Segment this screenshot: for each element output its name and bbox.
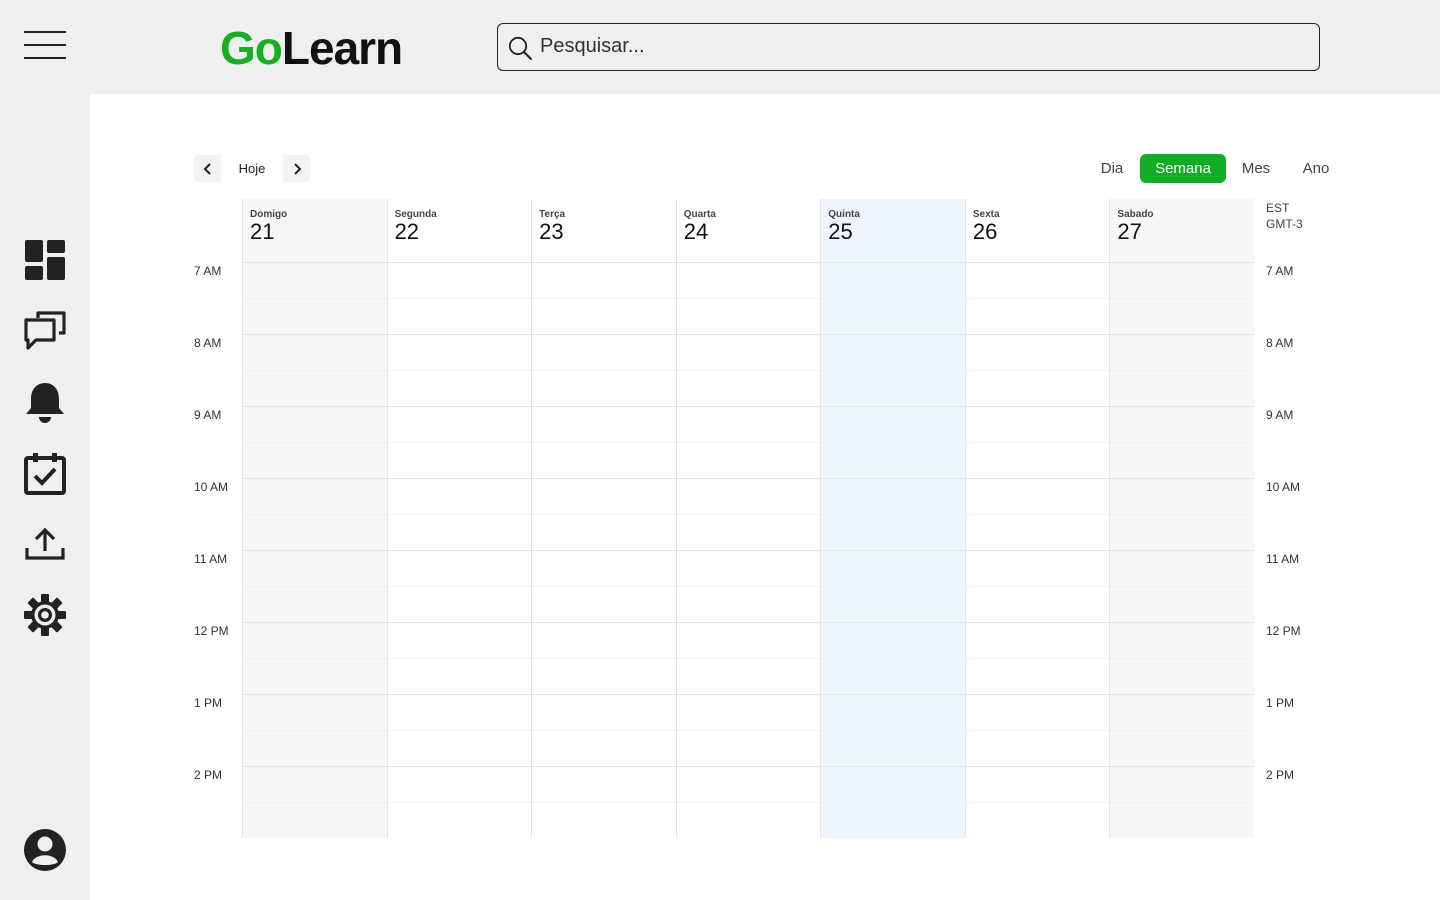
view-month-button[interactable]: Mes bbox=[1226, 154, 1286, 183]
day-header[interactable]: Segunda 22 bbox=[387, 199, 532, 262]
day-column[interactable] bbox=[1109, 199, 1254, 838]
half-hour-line bbox=[242, 802, 1254, 803]
view-day-button[interactable]: Dia bbox=[1084, 154, 1140, 183]
hour-line bbox=[242, 334, 1254, 335]
time-label: 8 AM bbox=[1266, 336, 1294, 350]
time-label: 9 AM bbox=[194, 408, 222, 422]
day-header[interactable]: Quinta 25 bbox=[820, 199, 965, 262]
day-number: 23 bbox=[539, 219, 564, 244]
hour-line bbox=[242, 478, 1254, 479]
day-number: 27 bbox=[1117, 219, 1142, 244]
day-column[interactable] bbox=[531, 199, 676, 838]
half-hour-line bbox=[242, 298, 1254, 299]
time-label: 2 PM bbox=[1266, 768, 1295, 782]
hour-line bbox=[242, 622, 1254, 623]
day-number: 22 bbox=[394, 219, 420, 244]
day-number: 25 bbox=[828, 219, 853, 244]
search-bar bbox=[497, 23, 1320, 71]
time-label: 12 PM bbox=[194, 624, 229, 638]
hour-line bbox=[242, 694, 1254, 695]
half-hour-line bbox=[242, 514, 1254, 515]
day-column[interactable] bbox=[964, 199, 1110, 838]
next-week-button[interactable] bbox=[283, 155, 310, 182]
day-column[interactable] bbox=[386, 199, 532, 838]
time-label: 12 PM bbox=[1266, 624, 1301, 638]
day-header[interactable]: Terça 23 bbox=[531, 199, 676, 262]
time-label: 7 AM bbox=[1266, 264, 1294, 278]
week-grid: Domigo 21 Segunda 22 Terça 23 Quarta 24 Quinta 25… bbox=[242, 199, 1254, 838]
half-hour-line bbox=[242, 658, 1254, 659]
time-label: 11 AM bbox=[1266, 552, 1300, 566]
time-label: 2 PM bbox=[194, 768, 223, 782]
chat-icon[interactable] bbox=[23, 309, 67, 353]
time-label: 10 AM bbox=[1266, 480, 1301, 494]
view-year-button[interactable]: Ano bbox=[1286, 154, 1346, 183]
day-header[interactable]: Quarta 24 bbox=[676, 199, 821, 262]
search-input[interactable] bbox=[540, 24, 1300, 69]
day-header[interactable]: Domigo 21 bbox=[242, 199, 387, 262]
day-column[interactable] bbox=[242, 199, 387, 838]
bell-icon[interactable] bbox=[23, 380, 67, 424]
half-hour-line bbox=[242, 370, 1254, 371]
day-header[interactable]: Sexta 26 bbox=[965, 199, 1110, 262]
time-label: 9 AM bbox=[1266, 408, 1294, 422]
day-column[interactable] bbox=[820, 199, 965, 838]
sidebar bbox=[0, 94, 90, 900]
timezone-label: EST GMT-3 bbox=[1266, 200, 1303, 232]
today-button[interactable]: Hoje bbox=[221, 155, 283, 182]
day-number: 26 bbox=[972, 219, 998, 244]
hour-line bbox=[242, 406, 1254, 407]
calendar-panel: Hoje Dia Semana Mes Ano Domigo 21 Segunda 2… bbox=[90, 94, 1440, 900]
time-label: 8 AM bbox=[194, 336, 222, 350]
hour-line bbox=[242, 262, 1254, 263]
view-switcher: Dia Semana Mes Ano bbox=[1084, 154, 1346, 183]
half-hour-line bbox=[242, 730, 1254, 731]
date-navigation: Hoje bbox=[194, 155, 310, 182]
menu-icon[interactable] bbox=[24, 30, 66, 60]
hour-line bbox=[242, 550, 1254, 551]
view-week-button[interactable]: Semana bbox=[1140, 154, 1226, 183]
half-hour-line bbox=[242, 586, 1254, 587]
time-label: 10 AM bbox=[194, 480, 229, 494]
upload-icon[interactable] bbox=[23, 522, 67, 566]
day-column[interactable] bbox=[675, 199, 821, 838]
settings-icon[interactable] bbox=[23, 593, 67, 637]
timezone-name: EST bbox=[1266, 201, 1290, 215]
logo[interactable]: GoLearn bbox=[220, 22, 403, 74]
calendar-check-icon[interactable] bbox=[23, 451, 67, 495]
chevron-left-icon bbox=[203, 162, 211, 175]
time-label: 11 AM bbox=[194, 552, 228, 566]
time-label: 1 PM bbox=[194, 696, 223, 710]
prev-week-button[interactable] bbox=[194, 155, 221, 182]
half-hour-line bbox=[242, 442, 1254, 443]
day-number: 21 bbox=[250, 219, 275, 244]
top-bar: GoLearn bbox=[0, 0, 1440, 94]
chevron-right-icon bbox=[293, 162, 301, 175]
time-label: 7 AM bbox=[194, 264, 222, 278]
user-icon[interactable] bbox=[23, 828, 67, 872]
day-number: 24 bbox=[683, 219, 709, 244]
time-label: 1 PM bbox=[1266, 696, 1295, 710]
hour-line bbox=[242, 766, 1254, 767]
dashboard-icon[interactable] bbox=[23, 238, 67, 282]
day-header[interactable]: Sabado 27 bbox=[1109, 199, 1254, 262]
timezone-offset: GMT-3 bbox=[1266, 217, 1303, 231]
search-icon bbox=[508, 36, 532, 60]
